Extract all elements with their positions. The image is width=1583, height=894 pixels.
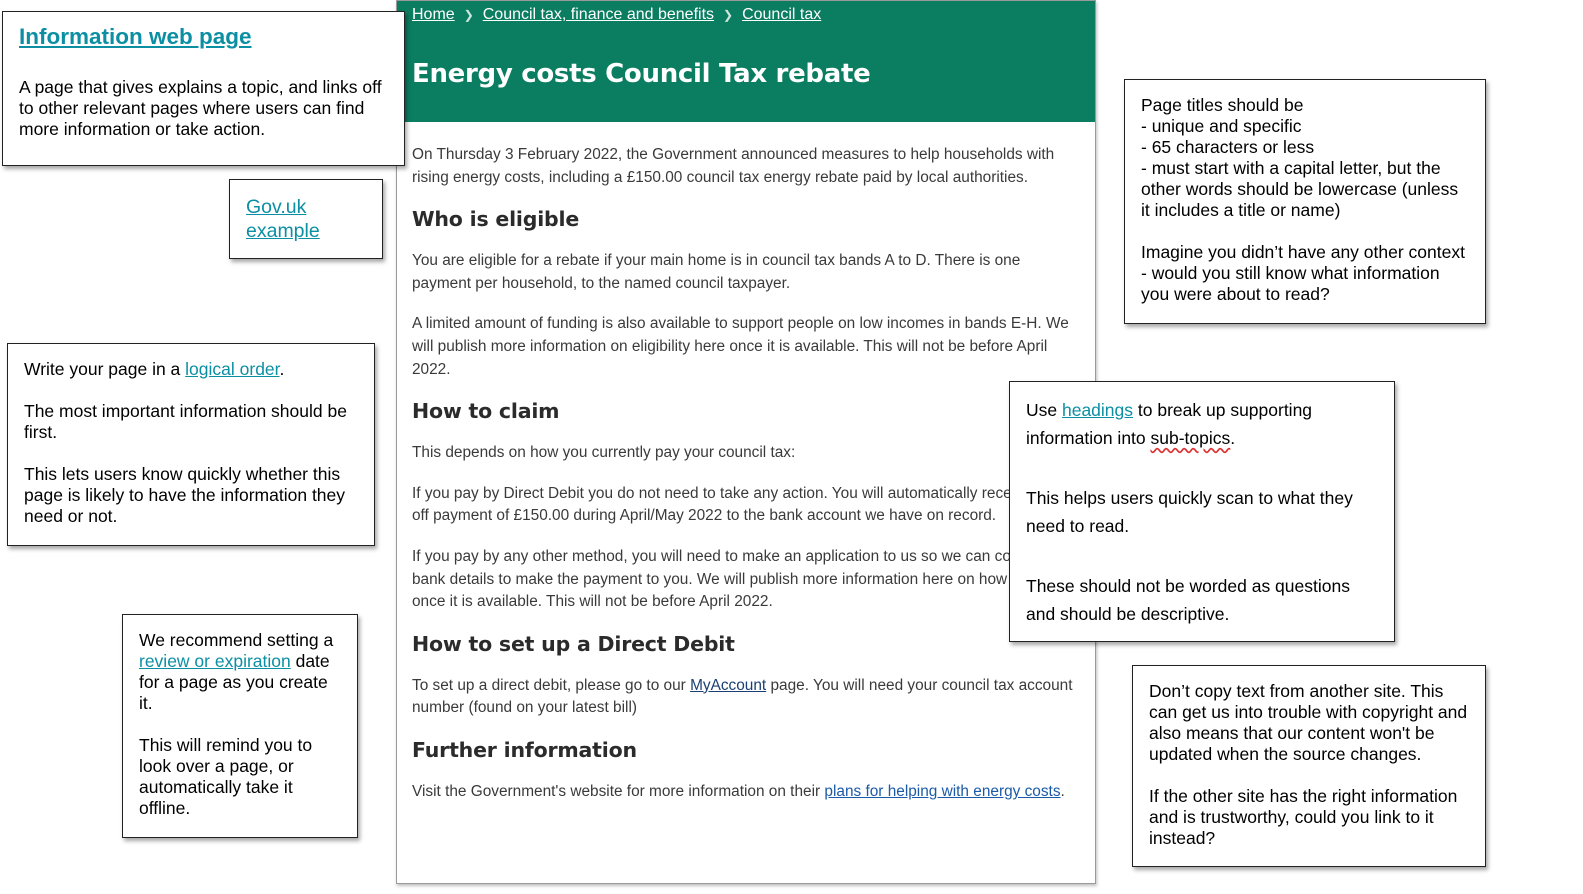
headings-text-before: Use xyxy=(1026,400,1062,420)
note-review-expiration: We recommend setting a review or expirat… xyxy=(122,614,358,838)
page-header: Home ❯ Council tax, finance and benefits… xyxy=(397,1,1095,122)
logical-order-text: Write your page in a xyxy=(24,359,186,379)
chevron-right-icon: ❯ xyxy=(723,8,734,22)
note-page-titles: Page titles should be - unique and speci… xyxy=(1124,79,1486,324)
note-logical-order: Write your page in a logical order. The … xyxy=(7,343,375,546)
breadcrumb-council-tax[interactable]: Council tax xyxy=(742,6,821,24)
heading-how-to-claim: How to claim xyxy=(412,399,560,424)
intro-paragraph: On Thursday 3 February 2022, the Governm… xyxy=(412,146,1055,186)
note-dont-copy: Don’t copy text from another site. This … xyxy=(1132,665,1486,867)
logical-order-p3: This lets users know quickly whether thi… xyxy=(24,464,346,526)
further-paragraph: Visit the Government's website for more … xyxy=(412,781,1080,804)
review-p2: This will remind you to look over a page… xyxy=(139,735,313,818)
breadcrumb-home[interactable]: Home xyxy=(412,6,455,24)
further-text-after: . xyxy=(1060,782,1065,800)
page-titles-line-2: - unique and specific xyxy=(1141,116,1302,136)
headings-p3: These should not be worded as questions … xyxy=(1026,576,1350,624)
breadcrumb-council-tax-finance[interactable]: Council tax, finance and benefits xyxy=(483,6,714,24)
page-body: On Thursday 3 February 2022, the Governm… xyxy=(397,122,1095,804)
page-titles-p2: Imagine you didn’t have any other contex… xyxy=(1141,242,1465,304)
information-web-page-link[interactable]: Information web page xyxy=(19,25,388,48)
page-titles-line-1: Page titles should be xyxy=(1141,95,1304,115)
headings-p1: Use headings to break up supporting info… xyxy=(1026,396,1378,452)
logical-order-link[interactable]: logical order xyxy=(185,359,279,379)
energy-costs-link[interactable]: plans for helping with energy costs xyxy=(824,783,1060,800)
information-web-page-description: A page that gives explains a topic, and … xyxy=(19,77,382,139)
logical-order-period: . xyxy=(279,359,285,379)
breadcrumb: Home ❯ Council tax, finance and benefits… xyxy=(412,1,1080,29)
dont-copy-p2: If the other site has the right informat… xyxy=(1149,786,1458,848)
claim-paragraph-1: This depends on how you currently pay yo… xyxy=(412,444,796,462)
eligible-paragraph-1: You are eligible for a rebate if your ma… xyxy=(412,252,1021,292)
review-p1: We recommend setting a review or expirat… xyxy=(139,630,341,714)
direct-debit-text-before: To set up a direct debit, please go to o… xyxy=(412,676,691,694)
page-title: Energy costs Council Tax rebate xyxy=(412,59,871,89)
canvas: Home ❯ Council tax, finance and benefits… xyxy=(0,0,1583,894)
further-text-before: Visit the Government's website for more … xyxy=(412,782,825,800)
claim-paragraph-2: If you pay by Direct Debit you do not ne… xyxy=(412,484,1080,525)
heading-who-is-eligible: Who is eligible xyxy=(412,207,580,232)
myaccount-link[interactable]: MyAccount xyxy=(690,677,766,694)
page-titles-rules: Page titles should be - unique and speci… xyxy=(1141,95,1469,221)
heading-direct-debit: How to set up a Direct Debit xyxy=(412,631,735,656)
review-text-before: We recommend setting a xyxy=(139,630,334,650)
note-headings: Use headings to break up supporting info… xyxy=(1009,381,1395,642)
logical-order-p1: Write your page in a logical order. xyxy=(24,359,358,380)
headings-p2: This helps users quickly scan to what th… xyxy=(1026,488,1353,536)
note-information-web-page: Information web page A page that gives e… xyxy=(2,11,405,166)
direct-debit-paragraph: To set up a direct debit, please go to o… xyxy=(412,675,1080,720)
page-titles-line-3: - 65 characters or less xyxy=(1141,137,1315,157)
heading-further-information: Further information xyxy=(412,737,637,762)
headings-link[interactable]: headings xyxy=(1062,400,1133,420)
note-govuk-example: Gov.uk example xyxy=(229,179,383,259)
chevron-right-icon: ❯ xyxy=(463,8,474,22)
claim-paragraph-3: If you pay by any other method, you will… xyxy=(412,547,1069,611)
page-titles-line-4: - must start with a capital letter, but … xyxy=(1141,158,1459,220)
govuk-example-link[interactable]: Gov.uk example xyxy=(246,196,320,242)
sub-topics-text: sub-topics xyxy=(1150,428,1231,448)
review-expiration-link[interactable]: review or expiration xyxy=(139,651,291,671)
headings-text-after: . xyxy=(1230,428,1236,448)
dont-copy-p1: Don’t copy text from another site. This … xyxy=(1149,681,1468,764)
eligible-paragraph-2: A limited amount of funding is also avai… xyxy=(412,315,1069,378)
logical-order-p2: The most important information should be… xyxy=(24,401,347,442)
web-page-screenshot: Home ❯ Council tax, finance and benefits… xyxy=(396,0,1096,884)
